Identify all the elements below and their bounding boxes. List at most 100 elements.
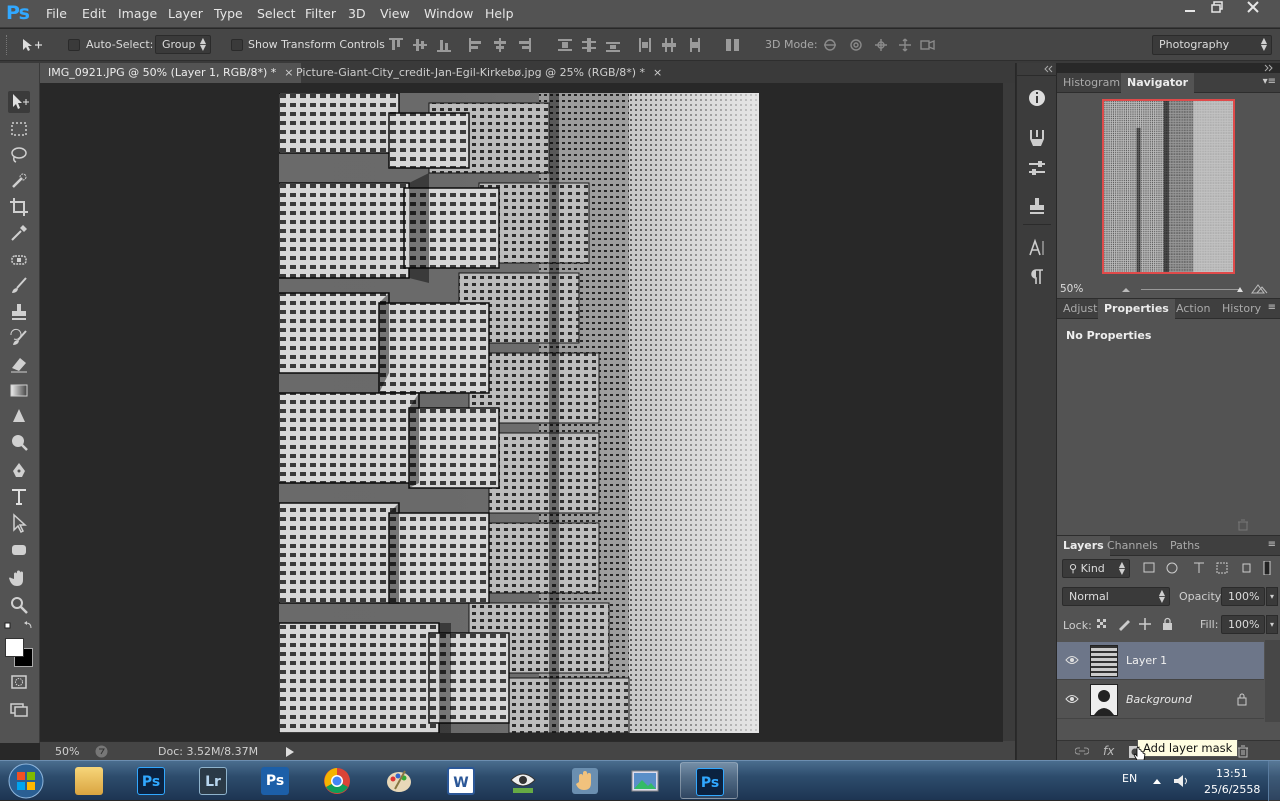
close-window-button[interactable] — [1238, 0, 1268, 20]
clock-time[interactable]: 13:51 — [1216, 767, 1248, 780]
3d-mode-icons[interactable] — [822, 37, 942, 53]
quick-selection-tool[interactable] — [8, 170, 30, 192]
layer-style-fx-icon[interactable]: fx — [1103, 744, 1114, 758]
move-tool-preset-icon[interactable] — [20, 37, 44, 53]
menu-edit[interactable]: Edit — [82, 6, 106, 21]
layer-row-background[interactable]: Background — [1057, 681, 1264, 719]
swap-colors-icon[interactable] — [4, 621, 34, 631]
layer-row-layer-1[interactable]: Layer 1 — [1057, 642, 1264, 680]
panel-menu-icon[interactable]: ▾≡ — [1263, 76, 1276, 87]
taskbar-viewer[interactable] — [494, 762, 552, 799]
fill-input[interactable]: 100% — [1221, 615, 1265, 634]
taskbar-word[interactable]: W — [432, 762, 490, 799]
link-layers-icon[interactable] — [1075, 746, 1089, 756]
crop-tool[interactable] — [8, 196, 30, 218]
eyedropper-tool[interactable] — [8, 222, 30, 244]
taskbar-paint[interactable] — [370, 762, 428, 799]
foreground-color-swatch[interactable] — [5, 638, 24, 657]
status-info-icon[interactable] — [95, 745, 108, 758]
zoom-tool[interactable] — [8, 594, 30, 616]
tab-channels[interactable]: Channels — [1101, 536, 1164, 556]
auto-select-dropdown[interactable]: Group ▲ ▼ — [155, 35, 211, 54]
screen-mode-button[interactable] — [8, 698, 30, 720]
close-tab-icon[interactable]: × — [653, 66, 662, 79]
taskbar-photoshop-active[interactable]: Ps — [680, 762, 738, 799]
menu-view[interactable]: View — [380, 6, 410, 21]
layers-scrollbar[interactable] — [1265, 640, 1280, 722]
align-bottom-icon[interactable] — [437, 38, 451, 52]
panel-menu-icon[interactable]: ≡ — [1268, 539, 1276, 550]
taskbar-hand-app[interactable] — [556, 762, 614, 799]
tab-actions[interactable]: Action — [1170, 299, 1216, 319]
menu-3d[interactable]: 3D — [348, 6, 366, 21]
volume-icon[interactable] — [1172, 773, 1190, 789]
collapse-dock-icon[interactable] — [1043, 65, 1053, 73]
align-hcenter-icon[interactable] — [493, 38, 507, 52]
align-left-icon[interactable] — [469, 38, 483, 52]
menu-image[interactable]: Image — [118, 6, 157, 21]
show-hidden-icons-icon[interactable] — [1152, 777, 1162, 785]
taskbar-photoshop-1[interactable]: Ps — [122, 762, 180, 799]
lasso-tool[interactable] — [8, 144, 30, 166]
visibility-eye-icon[interactable] — [1065, 654, 1079, 666]
navigator-zoom-slider[interactable] — [1119, 284, 1274, 294]
doc-tab-giant-city[interactable]: Picture-Giant-City_credit-Jan-Egil-Kirke… — [288, 63, 670, 83]
brush-presets-icon[interactable] — [1026, 127, 1048, 149]
gradient-tool[interactable] — [8, 379, 30, 401]
menu-select[interactable]: Select — [257, 6, 296, 21]
distribute-vcenter-icon[interactable] — [582, 38, 596, 52]
path-selection-tool[interactable] — [8, 512, 30, 534]
navigator-preview[interactable] — [1102, 99, 1235, 274]
adjustments-icon[interactable] — [1026, 157, 1048, 179]
blur-tool[interactable] — [8, 406, 30, 428]
type-tool[interactable] — [8, 486, 30, 508]
lock-options-icons[interactable] — [1095, 617, 1177, 631]
distribute-top-icon[interactable] — [558, 38, 572, 52]
menu-type[interactable]: Type — [214, 6, 243, 21]
transform-controls-checkbox[interactable] — [231, 39, 243, 51]
distribute-left-icon[interactable] — [638, 38, 652, 52]
layer-filter-kind[interactable]: ⚲ Kind ▲ ▼ — [1062, 559, 1130, 578]
distribute-bottom-icon[interactable] — [606, 38, 620, 52]
pen-tool[interactable] — [8, 460, 30, 482]
tab-paths[interactable]: Paths — [1164, 536, 1206, 556]
taskbar-photo-viewer[interactable] — [616, 762, 674, 799]
menu-layer[interactable]: Layer — [168, 6, 203, 21]
auto-select-checkbox[interactable] — [68, 39, 80, 51]
navigator-zoom-value[interactable]: 50% — [1060, 283, 1083, 295]
tab-histogram[interactable]: Histogram — [1057, 73, 1126, 93]
document-canvas[interactable] — [279, 93, 759, 733]
canvas-vertical-scrollbar[interactable] — [1003, 83, 1015, 741]
brush-tool[interactable] — [8, 275, 30, 297]
clone-stamp-tool[interactable] — [8, 301, 30, 323]
eraser-tool[interactable] — [8, 353, 30, 375]
show-desktop-button[interactable] — [1268, 761, 1280, 801]
quick-mask-button[interactable] — [8, 671, 30, 693]
dodge-tool[interactable] — [8, 432, 30, 454]
menu-help[interactable]: Help — [485, 6, 514, 21]
zoom-level[interactable]: 50% — [55, 745, 79, 758]
layer-filter-icons[interactable] — [1142, 561, 1272, 575]
delete-layer-icon[interactable] — [1237, 745, 1249, 758]
taskbar-lightroom[interactable]: Lr — [184, 762, 242, 799]
distribute-hcenter-icon[interactable] — [662, 38, 676, 52]
healing-brush-tool[interactable] — [8, 249, 30, 271]
align-right-icon[interactable] — [517, 38, 531, 52]
opacity-slider-toggle[interactable]: ▾ — [1266, 587, 1278, 606]
menu-filter[interactable]: Filter — [305, 6, 336, 21]
doc-tab-img-0921[interactable]: IMG_0921.JPG @ 50% (Layer 1, RGB/8*) * × — [40, 63, 302, 83]
align-vcenter-icon[interactable] — [413, 38, 427, 52]
workspace-dropdown[interactable]: Photography ▲ ▼ — [1152, 35, 1272, 55]
character-icon[interactable] — [1026, 237, 1048, 259]
move-tool[interactable] — [8, 91, 30, 113]
minimize-button[interactable] — [1175, 0, 1205, 20]
blend-mode-dropdown[interactable]: Normal ▲ ▼ — [1062, 587, 1170, 606]
fill-slider-toggle[interactable]: ▾ — [1266, 615, 1278, 634]
status-menu-arrow-icon[interactable] — [286, 747, 294, 757]
clone-source-icon[interactable] — [1026, 195, 1048, 217]
taskbar-chrome[interactable] — [308, 762, 366, 799]
align-top-icon[interactable] — [389, 38, 403, 52]
distribute-right-icon[interactable] — [686, 38, 700, 52]
clock-date[interactable]: 25/6/2558 — [1204, 783, 1260, 796]
windows-start-button[interactable] — [6, 762, 46, 800]
